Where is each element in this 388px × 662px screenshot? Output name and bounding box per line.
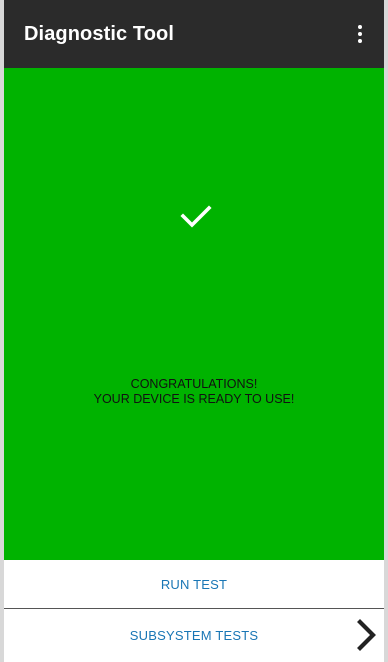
run-test-button[interactable]: RUN TEST	[4, 560, 384, 609]
subsystem-tests-button[interactable]: SUBSYSTEM TESTS	[4, 609, 384, 661]
app-title: Diagnostic Tool	[24, 22, 175, 45]
more-vert-icon[interactable]	[348, 16, 372, 52]
result-panel: CONGRATULATIONS! YOUR DEVICE IS READY TO…	[4, 68, 384, 560]
check-icon	[180, 205, 212, 228]
result-message-line-2: YOUR DEVICE IS READY TO USE!	[93, 392, 295, 406]
subsystem-tests-label: SUBSYSTEM TESTS	[129, 627, 259, 643]
chevron-right-icon	[357, 619, 376, 651]
result-message: CONGRATULATIONS! YOUR DEVICE IS READY TO…	[4, 377, 384, 407]
more-vert-dots	[358, 25, 362, 43]
result-message-line-1: CONGRATULATIONS!	[130, 377, 258, 391]
run-test-label: RUN TEST	[160, 576, 228, 592]
app-bar: Diagnostic Tool	[4, 0, 384, 68]
action-list: RUN TEST SUBSYSTEM TESTS	[4, 560, 384, 662]
app-window: Diagnostic Tool CONGRATULATIONS! YOUR DE…	[0, 0, 388, 662]
